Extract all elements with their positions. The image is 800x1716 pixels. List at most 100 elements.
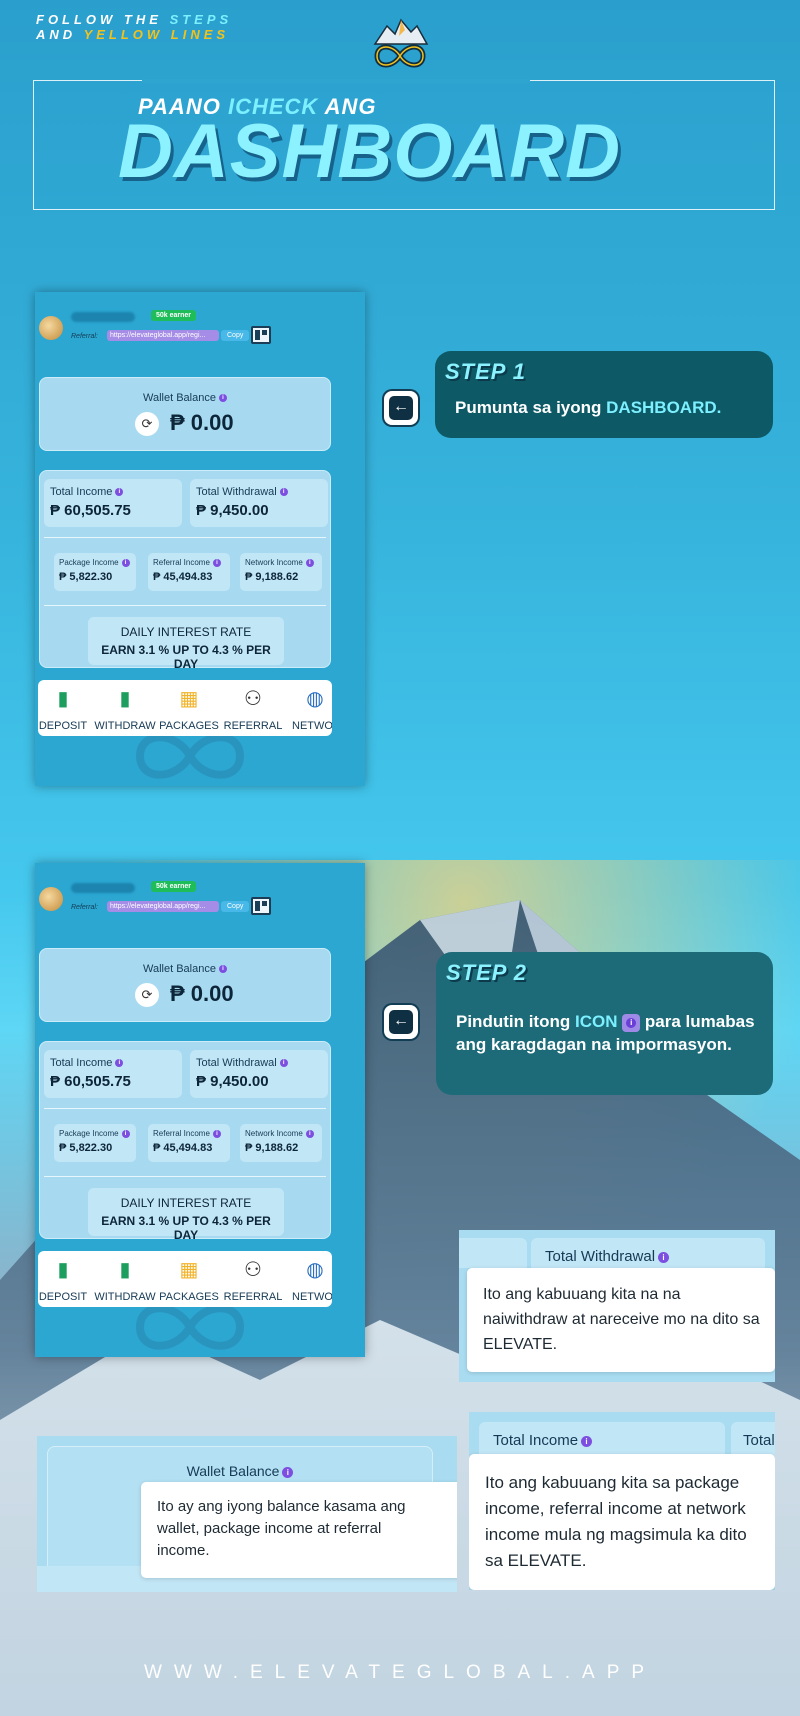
nav-packages[interactable]: ▦ PACKAGES xyxy=(156,1251,222,1307)
referral-income-value: ₱ 45,494.83 xyxy=(153,571,213,583)
info-icon[interactable]: i xyxy=(218,965,227,974)
info-icon[interactable]: i xyxy=(279,488,288,497)
qr-code-icon[interactable] xyxy=(251,326,271,344)
packages-icon: ▦ xyxy=(179,1259,199,1281)
daily-rate-title: DAILY INTEREST RATE xyxy=(120,625,252,639)
wallet-balance-value: ₱ 0.00 xyxy=(170,981,234,1006)
referral-link[interactable]: https://elevateglobal.app/regi... xyxy=(107,901,219,912)
package-income-value: ₱ 5,822.30 xyxy=(59,1142,113,1154)
earner-badge: 50k earner xyxy=(151,310,197,321)
nav-withdraw[interactable]: ▮ WITHDRAW xyxy=(92,1251,158,1307)
step2-title: STEP 2 xyxy=(446,960,527,985)
total-income-value: ₱ 60,505.75 xyxy=(50,502,131,519)
referral-link[interactable]: https://elevateglobal.app/regi... xyxy=(107,330,219,341)
withdraw-icon: ▮ xyxy=(119,1259,131,1281)
dashboard-screenshot-1: 50k earner Referral: https://elevateglob… xyxy=(35,292,365,786)
wallet-balance-label: Wallet Balance i xyxy=(40,963,330,975)
page-title: DASHBOARD xyxy=(118,109,621,194)
bottom-nav: ▮ DEPOSIT ▮ WITHDRAW ▦ PACKAGES ⚇ REFERRAL ◍… xyxy=(38,680,332,736)
referral-icon: ⚇ xyxy=(244,688,262,710)
arrow-left-icon: ← xyxy=(384,391,418,425)
referral-icon: ⚇ xyxy=(244,1259,262,1281)
info-icon[interactable]: i xyxy=(115,1059,124,1068)
income-card: Total Income i ₱ 60,505.75 Total Withdraw… xyxy=(39,1041,331,1350)
nav-referral[interactable]: ⚇ REFERRAL xyxy=(220,680,286,736)
info-icon[interactable]: i xyxy=(218,394,227,403)
daily-interest-rate-box: DAILY INTEREST RATE EARN 3.1 % UP TO 4.3… xyxy=(88,1188,284,1242)
referral-income-box: Referral Income i ₱ 45,494.83 xyxy=(148,1124,230,1162)
total-withdrawal-box: Total Withdrawal i ₱ 9,450.00 xyxy=(190,479,328,527)
network-income-box: Network Income i ₱ 9,188.62 xyxy=(240,1124,322,1162)
total-withdrawal-box: Total Withdrawal i ₱ 9,450.00 xyxy=(190,1050,328,1098)
wallet-tooltip-crop: Wallet Balance i Ito ay ang iyong balance… xyxy=(37,1436,457,1592)
deposit-icon: ▮ xyxy=(57,688,69,710)
network-icon: ◍ xyxy=(306,1259,324,1281)
packages-icon: ▦ xyxy=(179,688,199,710)
wallet-balance-label: Wallet Balance i xyxy=(40,392,330,404)
info-icon[interactable]: i xyxy=(282,1466,294,1478)
wallet-tooltip: Ito ay ang iyong balance kasama ang wall… xyxy=(141,1482,457,1578)
deposit-icon: ▮ xyxy=(57,1259,69,1281)
daily-rate-title: DAILY INTEREST RATE xyxy=(120,1196,252,1210)
follow-yellow-text: YELLOW LINES xyxy=(83,27,230,42)
nav-packages[interactable]: ▦ PACKAGES xyxy=(156,680,222,736)
wallet-balance-card: Wallet Balance i ⟳ ₱ 0.00 xyxy=(39,948,331,1022)
refresh-icon[interactable]: ⟳ xyxy=(135,412,159,436)
network-icon: ◍ xyxy=(306,688,324,710)
total-withdrawal-value: ₱ 9,450.00 xyxy=(196,502,269,519)
step1-text: Pumunta sa iyong DASHBOARD. xyxy=(455,398,722,417)
nav-referral[interactable]: ⚇ REFERRAL xyxy=(220,1251,286,1307)
info-icon[interactable]: i xyxy=(212,1129,221,1138)
follow-instructions: FOLLOW THE STEPS AND YELLOW LINES xyxy=(36,12,232,42)
withdrawal-tooltip: Ito ang kabuuang kita na na naiwithdraw … xyxy=(467,1268,775,1372)
info-icon[interactable]: i xyxy=(658,1251,670,1263)
referral-label: Referral: xyxy=(71,904,98,911)
income-tooltip-text: Ito ang kabuuang kita sa package income,… xyxy=(485,1473,747,1570)
package-income-box: Package Income i ₱ 5,822.30 xyxy=(54,1124,136,1162)
info-icon[interactable]: i xyxy=(115,488,124,497)
info-icon[interactable]: i xyxy=(279,1059,288,1068)
avatar xyxy=(39,887,63,911)
follow-and-text: AND xyxy=(36,27,77,42)
daily-interest-rate-box: DAILY INTEREST RATE EARN 3.1 % UP TO 4.3… xyxy=(88,617,284,671)
divider xyxy=(44,1108,326,1109)
divider xyxy=(44,537,326,538)
step2-text: Pindutin itong ICON para lumabas ang kar… xyxy=(456,1010,756,1056)
wallet-balance-value: ₱ 0.00 xyxy=(170,410,234,435)
info-icon[interactable]: i xyxy=(305,1129,314,1138)
step1-callout: STEP 1 Pumunta sa iyong DASHBOARD. xyxy=(435,351,773,438)
total-income-value: ₱ 60,505.75 xyxy=(50,1073,131,1090)
info-icon[interactable]: i xyxy=(121,558,130,567)
info-icon[interactable]: i xyxy=(121,1129,130,1138)
withdrawal-tooltip-text: Ito ang kabuuang kita na na naiwithdraw … xyxy=(483,1286,760,1353)
nav-withdraw[interactable]: ▮ WITHDRAW xyxy=(92,680,158,736)
dashboard-screenshot-2: 50k earner Referral: https://elevateglob… xyxy=(35,863,365,1357)
copy-button[interactable]: Copy xyxy=(221,330,250,341)
username-blurred xyxy=(71,312,135,322)
nav-network[interactable]: ◍ NETWO xyxy=(282,680,332,736)
nav-deposit[interactable]: ▮ DEPOSIT xyxy=(38,680,96,736)
nav-network[interactable]: ◍ NETWO xyxy=(282,1251,332,1307)
refresh-icon[interactable]: ⟳ xyxy=(135,983,159,1007)
info-icon[interactable]: i xyxy=(212,558,221,567)
follow-text: FOLLOW THE xyxy=(36,12,162,27)
bottom-nav: ▮ DEPOSIT ▮ WITHDRAW ▦ PACKAGES ⚇ REFERRAL ◍… xyxy=(38,1251,332,1307)
info-icon[interactable]: i xyxy=(305,558,314,567)
referral-income-value: ₱ 45,494.83 xyxy=(153,1142,213,1154)
wallet-tooltip-text: Ito ay ang iyong balance kasama ang wall… xyxy=(157,1498,406,1559)
copy-button[interactable]: Copy xyxy=(221,901,250,912)
nav-deposit[interactable]: ▮ DEPOSIT xyxy=(38,1251,96,1307)
income-tooltip-crop: Total Incomei Total W Ito ang kabuuang k… xyxy=(469,1412,775,1590)
step2-callout: STEP 2 Pindutin itong ICON para lumabas … xyxy=(436,952,773,1095)
qr-code-icon[interactable] xyxy=(251,897,271,915)
income-tooltip: Ito ang kabuuang kita sa package income,… xyxy=(469,1454,775,1590)
username-blurred xyxy=(71,883,135,893)
divider xyxy=(44,605,326,606)
network-income-value: ₱ 9,188.62 xyxy=(245,571,299,583)
elevate-logo-icon xyxy=(373,18,429,68)
arrow-left-icon: ← xyxy=(384,1005,418,1039)
footer-url[interactable]: WWW.ELEVATEGLOBAL.APP xyxy=(0,1662,800,1684)
info-icon[interactable]: i xyxy=(581,1435,593,1447)
network-income-value: ₱ 9,188.62 xyxy=(245,1142,299,1154)
earner-badge: 50k earner xyxy=(151,881,197,892)
